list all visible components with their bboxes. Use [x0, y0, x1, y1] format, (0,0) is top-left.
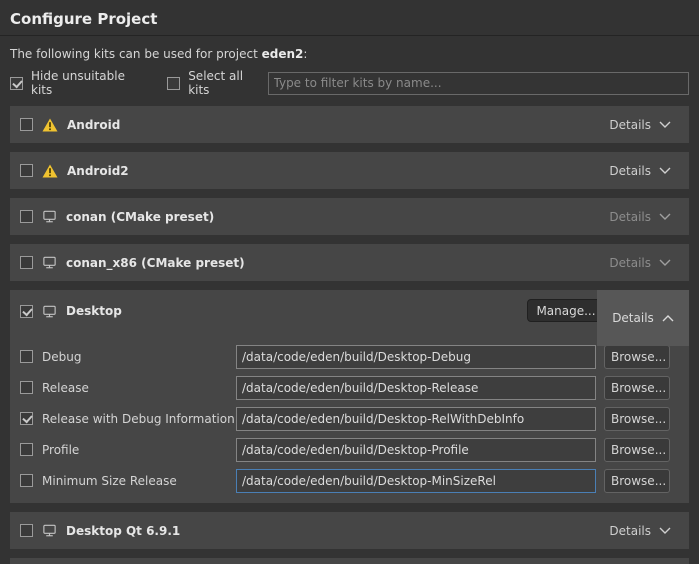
- page-header: Configure Project: [0, 0, 699, 36]
- details-button[interactable]: Details: [600, 244, 680, 281]
- details-button[interactable]: Details: [600, 152, 680, 189]
- manage-kits-button[interactable]: Manage...: [527, 299, 605, 322]
- page-title: Configure Project: [10, 10, 689, 28]
- kit-checkbox[interactable]: [20, 164, 33, 177]
- kit-row-partial: [10, 558, 689, 564]
- kit-checkbox[interactable]: [20, 256, 33, 269]
- kit-filter-bar: Hide unsuitable kits Select all kits: [10, 71, 689, 95]
- kit-filter-input[interactable]: [268, 72, 690, 95]
- kit-row-android2: Android2 Details: [10, 152, 689, 189]
- hide-unsuitable-kits-option[interactable]: Hide unsuitable kits: [10, 69, 149, 97]
- config-label: Minimum Size Release: [42, 474, 236, 488]
- config-checkbox[interactable]: [20, 443, 33, 456]
- hide-unsuitable-kits-label: Hide unsuitable kits: [31, 69, 149, 97]
- kit-checkbox[interactable]: [20, 305, 33, 318]
- chevron-down-icon: [659, 167, 671, 174]
- config-label: Release: [42, 381, 236, 395]
- build-config-row-release: Release Browse...: [10, 372, 689, 403]
- desktop-monitor-icon: [42, 523, 57, 538]
- kit-name: Android: [67, 118, 120, 132]
- build-dir-input[interactable]: [236, 407, 596, 431]
- build-config-row-minsizerel: Minimum Size Release Browse...: [10, 465, 689, 496]
- project-name: eden2: [262, 47, 304, 61]
- kit-row-desktop-qt: Desktop Qt 6.9.1 Details: [10, 512, 689, 549]
- build-config-row-relwithdebinfo: Release with Debug Information Browse...: [10, 403, 689, 434]
- intro-text: The following kits can be used for proje…: [10, 47, 689, 61]
- browse-button[interactable]: Browse...: [604, 345, 670, 369]
- hide-unsuitable-kits-checkbox[interactable]: [10, 77, 23, 90]
- details-button-expanded[interactable]: Details: [597, 290, 689, 346]
- kit-row-android: Android Details: [10, 106, 689, 143]
- config-label: Profile: [42, 443, 236, 457]
- config-checkbox[interactable]: [20, 412, 33, 425]
- chevron-down-icon: [659, 527, 671, 534]
- kit-checkbox[interactable]: [20, 118, 33, 131]
- kit-row-desktop: Desktop Manage... Details Debug Browse..…: [10, 290, 689, 503]
- desktop-monitor-icon: [42, 255, 57, 270]
- chevron-up-icon: [662, 315, 674, 322]
- build-dir-input[interactable]: [236, 438, 596, 462]
- chevron-down-icon: [659, 121, 671, 128]
- build-config-row-debug: Debug Browse...: [10, 341, 689, 372]
- desktop-monitor-icon: [42, 304, 57, 319]
- desktop-monitor-icon: [42, 209, 57, 224]
- config-label: Debug: [42, 350, 236, 364]
- select-all-kits-option[interactable]: Select all kits: [167, 69, 267, 97]
- browse-button[interactable]: Browse...: [604, 376, 670, 400]
- kit-row-conan-x86: conan_x86 (CMake preset) Details: [10, 244, 689, 281]
- browse-button[interactable]: Browse...: [604, 407, 670, 431]
- details-button[interactable]: Details: [600, 512, 680, 549]
- kit-name: conan_x86 (CMake preset): [66, 256, 245, 270]
- build-dir-input[interactable]: [236, 345, 596, 369]
- warning-icon: [42, 164, 58, 178]
- kit-list: Android Details Android2 Details: [10, 106, 689, 564]
- build-config-list: Debug Browse... Release Browse... Releas…: [10, 332, 689, 503]
- build-dir-input[interactable]: [236, 376, 596, 400]
- chevron-down-icon: [659, 259, 671, 266]
- chevron-down-icon: [659, 213, 671, 220]
- kit-row-conan: conan (CMake preset) Details: [10, 198, 689, 235]
- details-button[interactable]: Details: [600, 106, 680, 143]
- build-config-row-profile: Profile Browse...: [10, 434, 689, 465]
- details-button[interactable]: Details: [600, 198, 680, 235]
- kit-name: Android2: [67, 164, 129, 178]
- config-checkbox[interactable]: [20, 381, 33, 394]
- build-dir-input[interactable]: [236, 469, 596, 493]
- kit-checkbox[interactable]: [20, 524, 33, 537]
- warning-icon: [42, 118, 58, 132]
- kit-name: Desktop Qt 6.9.1: [66, 524, 180, 538]
- kit-name: Desktop: [66, 304, 122, 318]
- kit-name: conan (CMake preset): [66, 210, 214, 224]
- config-checkbox[interactable]: [20, 474, 33, 487]
- config-checkbox[interactable]: [20, 350, 33, 363]
- browse-button[interactable]: Browse...: [604, 438, 670, 462]
- select-all-kits-label: Select all kits: [188, 69, 267, 97]
- browse-button[interactable]: Browse...: [604, 469, 670, 493]
- config-label: Release with Debug Information: [42, 412, 236, 426]
- kit-checkbox[interactable]: [20, 210, 33, 223]
- select-all-kits-checkbox[interactable]: [167, 77, 180, 90]
